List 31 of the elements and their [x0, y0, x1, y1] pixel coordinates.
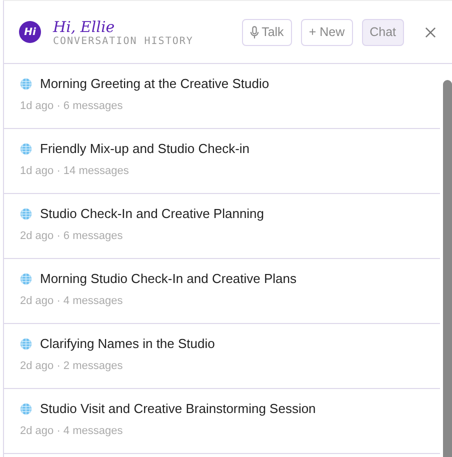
globe-icon — [20, 338, 32, 350]
conversation-title: Morning Greeting at the Creative Studio — [40, 76, 270, 91]
globe-icon — [20, 402, 32, 414]
conversation-item[interactable]: Morning Greeting at the Creative Studio 1d ago · 6 messages — [4, 64, 440, 129]
conversation-meta: 1d ago · 6 messages — [20, 100, 124, 112]
greeting: Hi, Ellie — [53, 18, 116, 36]
conversation-meta: 2d ago · 2 messages — [20, 360, 124, 372]
conversation-meta: 2d ago · 4 messages — [20, 425, 124, 437]
conversation-item[interactable]: Studio Visit and Creative Brainstorming Session 2d ago · 4 messages — [4, 389, 440, 454]
globe-icon — [20, 208, 32, 220]
globe-icon — [20, 272, 32, 284]
conversation-meta: 2d ago · 6 messages — [20, 230, 124, 242]
globe-icon — [20, 142, 32, 154]
subtitle: CONVERSATION HISTORY — [53, 36, 194, 46]
conversation-title: Clarifying Names in the Studio — [40, 336, 215, 351]
header-button[interactable]: Talk — [242, 18, 292, 46]
conversation-item[interactable]: Morning Studio Check-In and Creative Plans 2d ago · 4 messages — [4, 259, 440, 324]
header-button[interactable]: + New — [300, 18, 353, 46]
conversation-title: Studio Visit and Creative Brainstorming Session — [40, 401, 316, 416]
close-icon[interactable] — [425, 26, 436, 38]
logo-badge: Hi — [19, 21, 41, 43]
conversation-meta: 2d ago · 4 messages — [20, 295, 124, 307]
conversation-title: Studio Check-In and Creative Planning — [40, 206, 264, 221]
conversation-title: Morning Studio Check-In and Creative Plans — [40, 271, 297, 286]
conversation-title: Friendly Mix-up and Studio Check-in — [40, 141, 250, 156]
conversation-item[interactable]: Studio Check-In and Creative Planning 2d ago · 6 messages — [4, 194, 440, 259]
conversation-item[interactable]: Clarifying Names in the Studio 2d ago · 2 messages — [4, 324, 440, 389]
conversation-meta: 1d ago · 14 messages — [20, 165, 130, 177]
microphone-icon — [250, 26, 259, 38]
globe-icon — [20, 78, 32, 90]
conversation-item[interactable]: Friendly Mix-up and Studio Check-in 1d ago · 14 messages — [4, 129, 440, 194]
